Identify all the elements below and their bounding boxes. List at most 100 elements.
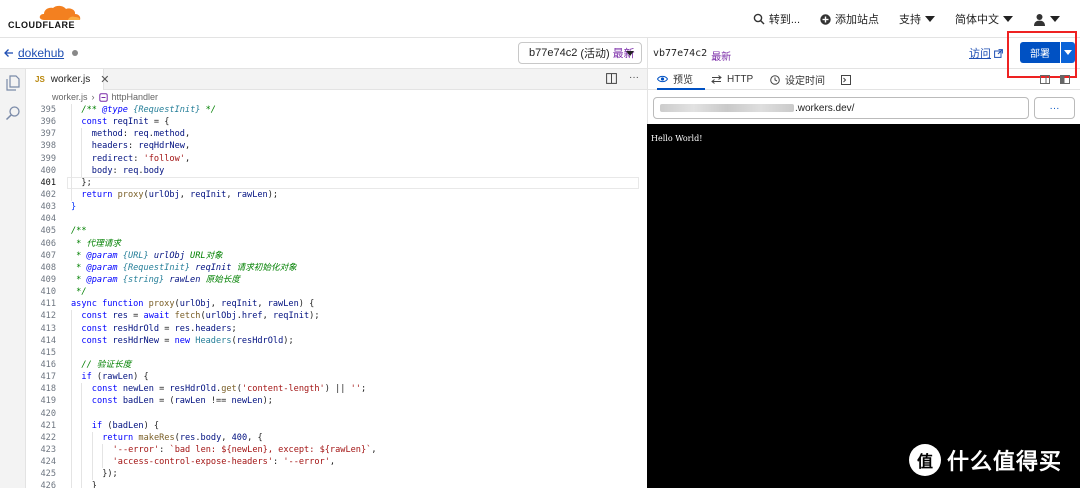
deploy-button-group: 部署 [1020,42,1075,63]
tab-preview[interactable]: 预览 [657,69,705,90]
deploy-dropdown-button[interactable] [1061,42,1075,63]
code-line[interactable]: 409 * @param {string} rawLen 原始长度 [26,274,647,286]
code-line[interactable]: 417 if (rawLen) { [26,371,647,384]
indent-guide [81,456,83,469]
indent-guide [71,383,72,396]
panel-toggle-icon[interactable] [1060,75,1070,84]
add-site-button[interactable]: 添加站点 [810,11,889,27]
code-line[interactable]: 418 const newLen = resHdrOld.get('content… [26,383,647,396]
code-line[interactable]: 414 const resHdrNew = new Headers(resHdrO… [26,334,647,347]
line-number: 416 [40,359,56,370]
tab-worker-js[interactable]: JS worker.js ✕ [26,69,109,90]
code-text: const newLen = resHdrOld.get('content-le… [91,384,367,395]
version-select[interactable]: b77e74c2 (活动) 最新 [518,42,642,64]
cloudflare-logo[interactable]: CLOUDFLARE [8,5,81,31]
arrows-icon [711,75,722,84]
indent-guide [71,334,72,347]
line-number: 418 [40,384,56,395]
code-line[interactable]: 397 method: req.method, [26,128,647,141]
preview-url-input[interactable]: .workers.dev/ [653,97,1029,119]
code-line[interactable]: 404 [26,213,647,225]
code-text: * @param {string} rawLen 原始长度 [71,274,240,285]
code-line[interactable]: 413 const resHdrOld = res.headers; [26,322,647,335]
line-number: 426 [40,481,56,488]
line-number: 422 [40,432,56,443]
url-more-button[interactable]: ··· [1034,97,1075,119]
code-text: if (rawLen) { [81,372,149,383]
split-editor-icon[interactable] [606,73,617,84]
code-line[interactable]: 408 * @param {RequestInit} reqInit 请求初始化… [26,262,647,274]
line-number: 399 [40,153,56,164]
line-number: 400 [40,165,56,176]
code-line[interactable]: 399 redirect: 'follow', [26,152,647,165]
code-line[interactable]: 422 return makeRes(res.body, 400, { [26,431,647,444]
code-line[interactable]: 419 const badLen = (rawLen !== newLen); [26,395,647,408]
line-number: 397 [40,129,56,140]
code-line[interactable]: 395 /** @type {RequestInit} */ [26,104,647,117]
code-text: */ [71,287,87,298]
deploy-button[interactable]: 部署 [1020,42,1060,63]
close-icon[interactable]: ✕ [100,73,109,86]
code-line[interactable]: 406 * 代理请求 [26,238,647,250]
code-text: return makeRes(res.body, 400, { [102,432,263,443]
indent-guide [71,346,72,359]
arrow-left-icon [4,49,13,57]
goto-button[interactable]: 转到... [743,11,810,27]
code-text: const reqInit = { [81,117,170,128]
tab-schedule[interactable]: 设定时间 [770,69,832,90]
code-line[interactable]: 421 if (badLen) { [26,419,647,432]
code-line[interactable]: 402 return proxy(urlObj, reqInit, rawLen)… [26,188,647,202]
indent-guide [71,116,72,129]
search-icon[interactable] [5,105,21,121]
code-editor[interactable]: 395 /** @type {RequestInit} */ 396 const re… [26,104,647,488]
caret-down-icon [1003,16,1013,22]
code-line[interactable]: 423 '--error': `bad len: ${newLen}, excep… [26,443,647,457]
code-line[interactable]: 403} [26,201,647,213]
code-line[interactable]: 420 [26,407,647,420]
code-line[interactable]: 426} [26,480,647,488]
tab-terminal[interactable] [841,69,855,90]
code-line[interactable]: 415 [26,346,647,359]
preview-url-bar: .workers.dev/ ··· [647,90,1080,124]
line-number: 425 [40,469,56,480]
panel-layout-icon[interactable] [1040,75,1050,84]
brand-wordmark: CLOUDFLARE [8,20,75,30]
indent-guide [71,104,72,117]
code-text: } [71,202,77,213]
indent-guide [81,407,83,420]
unsaved-indicator [72,50,79,56]
more-actions-icon[interactable]: ··· [629,73,639,84]
code-text: /** [71,226,87,237]
code-line[interactable]: 398 headers: reqHdrNew, [26,140,647,153]
code-text: return proxy(urlObj, reqInit, rawLen); [81,189,279,200]
code-text: * @param {URL} urlObj URL对象 [71,250,223,261]
line-number: 406 [40,238,56,249]
code-line[interactable]: 424 'access-control-expose-headers': '--e… [26,456,647,469]
indent-guide [71,322,72,335]
breadcrumb-file[interactable]: worker.js [52,92,88,102]
line-number: 398 [40,141,56,152]
breadcrumb-symbol[interactable]: httpHandler [112,92,159,102]
language-menu[interactable]: 简体中文 [945,11,1023,27]
code-line[interactable]: 416 // 验证长度 [26,358,647,372]
files-icon[interactable] [5,75,21,91]
code-line[interactable]: 425}); [26,468,647,481]
account-menu[interactable] [1023,13,1070,26]
code-line[interactable]: 412 const res = await fetch(urlObj.href, … [26,310,647,323]
indent-guide [81,164,83,177]
external-link-icon [994,48,1003,58]
back-link[interactable]: dokehub [4,46,79,60]
indent-guide [81,480,83,488]
indent-guide [71,371,72,384]
code-line[interactable]: 401}; [26,176,647,189]
line-number: 403 [40,202,56,213]
code-line[interactable]: 405 /** [26,225,647,237]
code-line[interactable]: 410 */ [26,286,647,298]
visit-link[interactable]: 访问 [969,45,1003,61]
support-menu[interactable]: 支持 [889,11,945,27]
code-line[interactable]: 400 body: req.body [26,164,647,177]
code-line[interactable]: 396 const reqInit = { [26,116,647,129]
tab-http[interactable]: HTTP [711,69,761,90]
code-line[interactable]: 411 async function proxy(urlObj, reqInit,… [26,298,647,310]
code-line[interactable]: 407 * @param {URL} urlObj URL对象 [26,250,647,262]
